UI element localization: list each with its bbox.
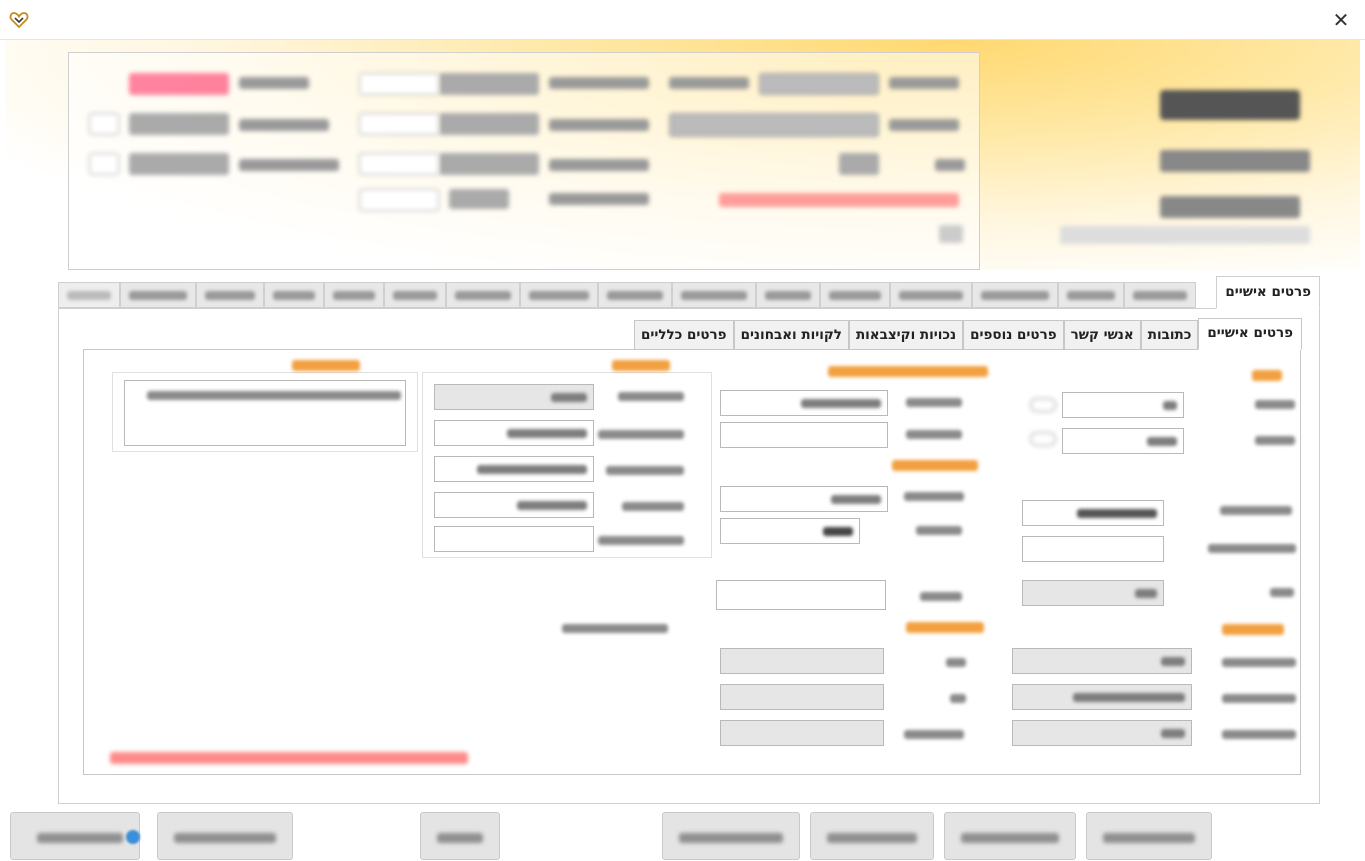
outer-tab[interactable] xyxy=(1058,282,1124,308)
outer-tab[interactable] xyxy=(972,282,1058,308)
text-field[interactable] xyxy=(1022,500,1164,526)
text-field[interactable] xyxy=(720,684,884,710)
action-button[interactable] xyxy=(662,812,800,860)
field-label xyxy=(906,430,962,439)
section-heading xyxy=(828,366,988,377)
field-label xyxy=(598,536,684,545)
action-button-with-icon[interactable] xyxy=(10,812,140,860)
field-label xyxy=(606,466,684,475)
tab-general-details[interactable]: פרטים כלליים xyxy=(633,320,734,350)
tab-contacts[interactable]: אנשי קשר xyxy=(1063,320,1141,350)
tab-impairments-diagnoses[interactable]: לקויות ואבחונים xyxy=(733,320,849,350)
close-button[interactable]: ✕ xyxy=(1329,8,1353,32)
outer-tab[interactable] xyxy=(324,282,384,308)
tab-personal-details[interactable]: פרטים אישיים xyxy=(1216,276,1320,309)
field-label xyxy=(1222,730,1296,739)
text-field[interactable] xyxy=(716,580,886,610)
section-heading xyxy=(1252,370,1282,381)
outer-tab[interactable] xyxy=(1124,282,1196,308)
action-button[interactable] xyxy=(944,812,1076,860)
action-button[interactable] xyxy=(157,812,293,860)
text-field[interactable] xyxy=(434,526,594,552)
field-label xyxy=(906,398,962,407)
section-heading xyxy=(1222,624,1284,635)
section-heading xyxy=(612,360,670,371)
field-label xyxy=(1270,588,1294,597)
client-note xyxy=(1060,226,1310,244)
dropdown[interactable] xyxy=(1022,580,1164,606)
field-label xyxy=(1255,400,1295,409)
action-button[interactable] xyxy=(810,812,934,860)
client-id xyxy=(1160,150,1310,172)
field-label xyxy=(904,730,964,739)
inner-tab-strip: פרטים אישיים כתובות אנשי קשר פרטים נוספי… xyxy=(542,318,1302,350)
window-title xyxy=(36,12,186,28)
section-heading xyxy=(892,460,978,471)
outer-tab[interactable] xyxy=(446,282,520,308)
text-field[interactable] xyxy=(720,422,888,448)
outer-tab[interactable] xyxy=(672,282,756,308)
tab-personal-details-inner[interactable]: פרטים אישיים xyxy=(1198,318,1302,350)
dropdown[interactable] xyxy=(1012,720,1192,746)
tab-additional-details[interactable]: פרטים נוספים xyxy=(963,320,1064,350)
field-label xyxy=(920,592,962,601)
action-button[interactable] xyxy=(1086,812,1212,860)
field-label xyxy=(1222,658,1296,667)
text-field[interactable] xyxy=(1022,536,1164,562)
outer-tab[interactable] xyxy=(598,282,672,308)
field-label xyxy=(946,658,966,667)
outer-tab[interactable] xyxy=(264,282,324,308)
section-heading xyxy=(292,360,360,371)
outer-tab[interactable] xyxy=(820,282,890,308)
field-label xyxy=(618,392,684,401)
dropdown[interactable] xyxy=(1012,684,1192,710)
text-field[interactable] xyxy=(720,648,884,674)
outer-tab[interactable] xyxy=(120,282,196,308)
client-summary-panel xyxy=(68,52,980,270)
notes-memo[interactable] xyxy=(124,380,406,446)
field-label xyxy=(904,492,964,501)
outer-tab[interactable] xyxy=(384,282,446,308)
field-label xyxy=(1220,506,1292,515)
client-name xyxy=(1160,90,1300,120)
text-field[interactable] xyxy=(434,420,594,446)
text-field[interactable] xyxy=(720,720,884,746)
section-heading xyxy=(906,622,984,633)
client-status xyxy=(1160,196,1300,218)
field-label xyxy=(622,502,684,511)
outer-tab[interactable] xyxy=(196,282,264,308)
dropdown[interactable] xyxy=(720,518,860,544)
field-label xyxy=(916,526,962,535)
outer-tab[interactable] xyxy=(756,282,820,308)
text-field[interactable] xyxy=(434,492,594,518)
dropdown[interactable] xyxy=(1012,648,1192,674)
warning-note xyxy=(110,752,468,764)
outer-tab[interactable] xyxy=(520,282,598,308)
refresh-icon xyxy=(126,830,140,844)
text-field[interactable] xyxy=(720,390,888,416)
dropdown[interactable] xyxy=(434,384,594,410)
text-field[interactable] xyxy=(1062,392,1184,418)
field-label xyxy=(1222,694,1296,703)
text-field[interactable] xyxy=(434,456,594,482)
title-bar: ✕ xyxy=(0,0,1365,40)
date-field[interactable] xyxy=(720,486,888,512)
outer-tab[interactable] xyxy=(890,282,972,308)
field-label xyxy=(1208,544,1296,553)
field-label xyxy=(950,694,966,703)
field-label xyxy=(562,624,668,633)
field-label xyxy=(598,430,684,439)
heart-logo-icon xyxy=(9,12,29,29)
action-button[interactable] xyxy=(420,812,500,860)
text-field[interactable] xyxy=(1062,428,1184,454)
tab-addresses[interactable]: כתובות xyxy=(1140,320,1199,350)
outer-tab-strip: פרטים אישיים xyxy=(58,276,1320,310)
tab-disabilities-allowances[interactable]: נכויות וקיצבאות xyxy=(848,320,964,350)
outer-tab-overflow[interactable] xyxy=(58,282,120,308)
field-label xyxy=(1255,436,1295,445)
